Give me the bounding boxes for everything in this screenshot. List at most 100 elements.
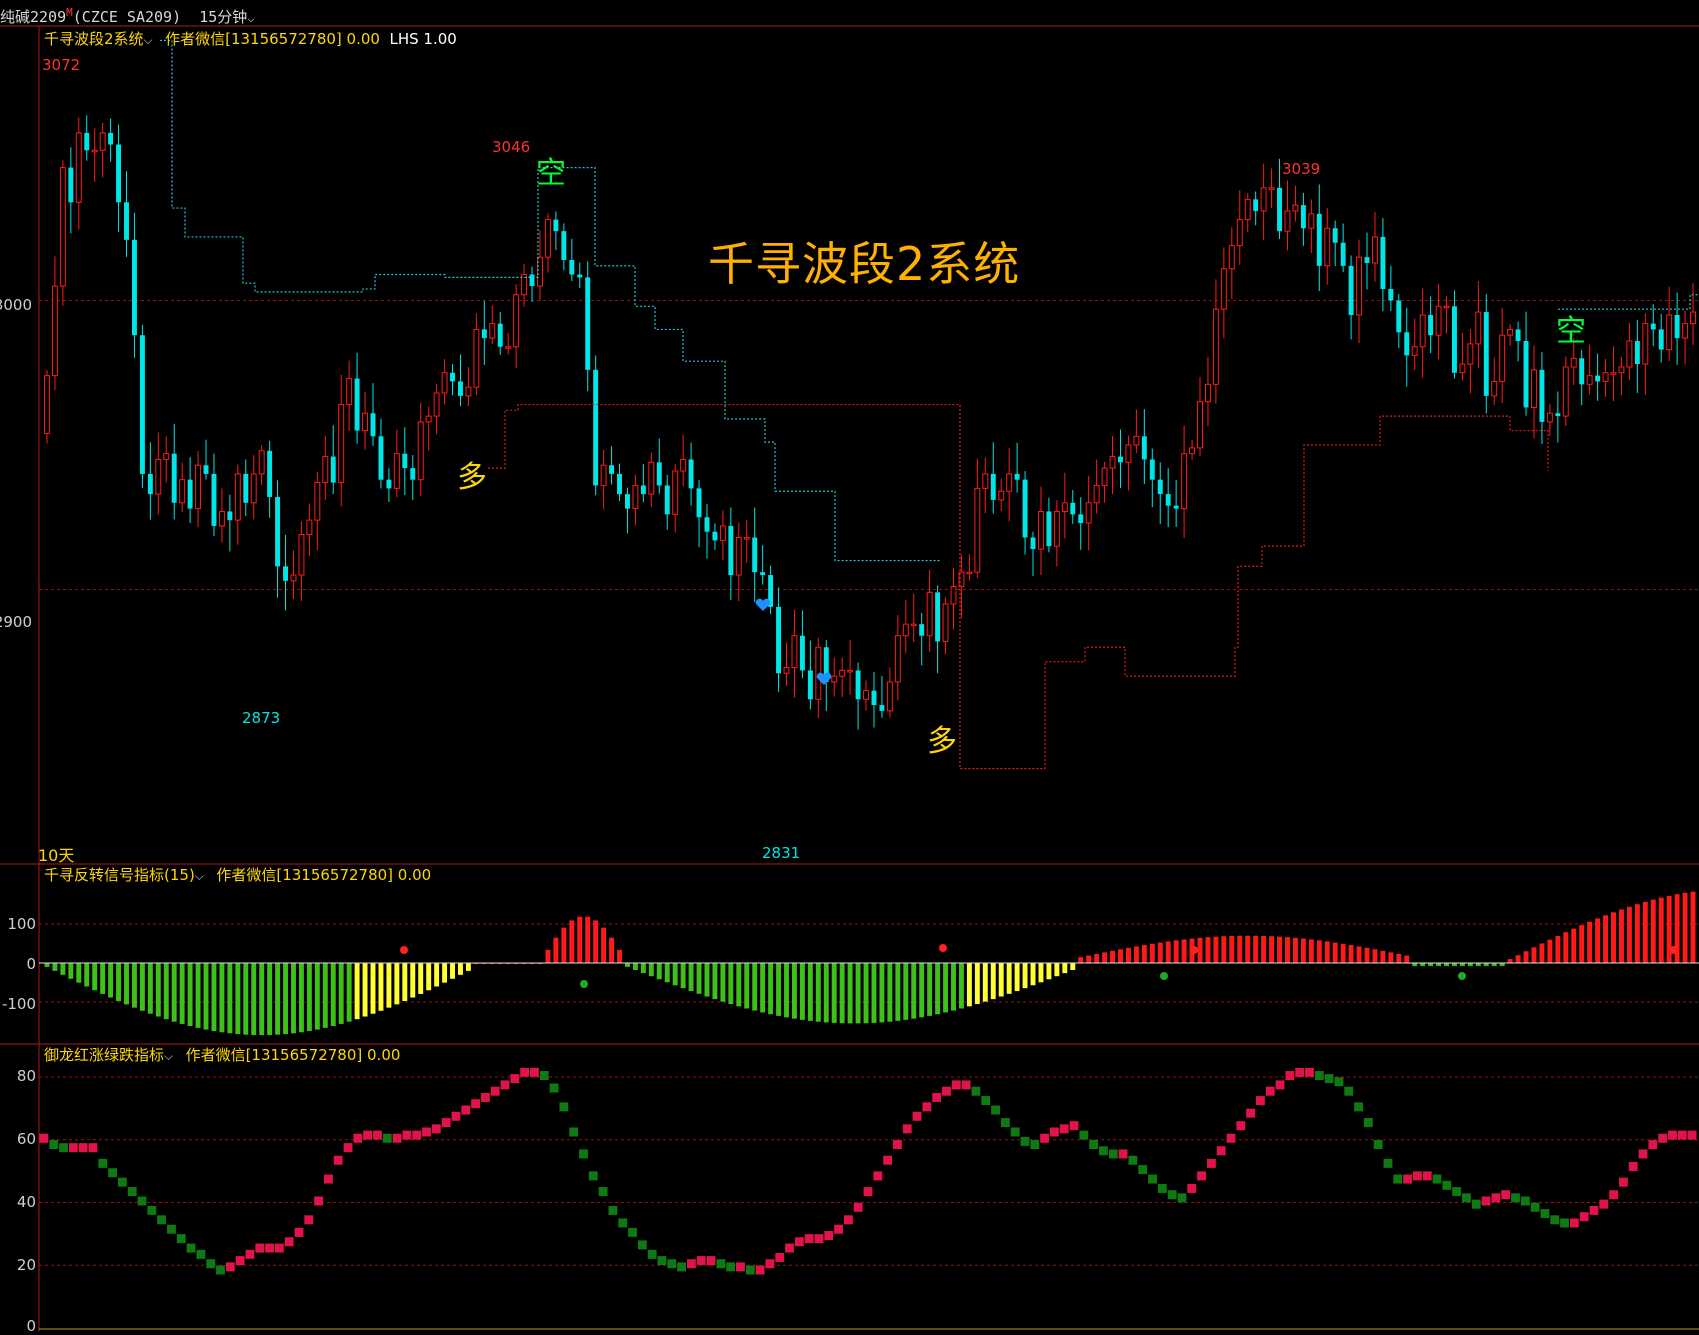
candle-body [203, 465, 209, 474]
chevron-down-icon[interactable]: ⌵ [195, 867, 207, 885]
candle-body [1419, 314, 1426, 348]
candle-body [68, 167, 74, 203]
main-indicator-header[interactable]: 千寻波段2系统⌵ 作者微信[13156572780] 0.00 LHS 1.00 [44, 30, 457, 49]
trend-block [1030, 1140, 1040, 1150]
candle-body [283, 566, 288, 581]
trend-block [1452, 1187, 1462, 1197]
signal-dot [939, 944, 947, 952]
reversal-bar [895, 963, 901, 1021]
trend-block [981, 1096, 991, 1106]
reversal-indicator-header[interactable]: 千寻反转信号指标(15)⌵ 作者微信[13156572780] 0.00 [44, 866, 431, 885]
candle-body [458, 381, 463, 396]
chart-canvas[interactable] [0, 0, 1699, 1331]
candle-body [147, 473, 153, 495]
reversal-bar [1197, 937, 1203, 963]
candle-body [505, 346, 512, 349]
reversal-bar [1149, 943, 1155, 963]
reversal-bar [1539, 943, 1545, 963]
trend-block [1059, 1124, 1069, 1134]
reversal-bar [1173, 940, 1179, 963]
trend-block [304, 1215, 314, 1225]
trend-block [39, 1133, 49, 1143]
trend-block [314, 1196, 324, 1206]
trend-block [1305, 1067, 1314, 1077]
reversal-bar [195, 963, 201, 1028]
trend-block [1167, 1190, 1177, 1200]
reversal-bar [1555, 935, 1561, 963]
candle-body [950, 586, 957, 605]
chevron-down-icon[interactable]: ⌵ [164, 1047, 176, 1065]
chevron-down-icon[interactable]: ⌵ [247, 9, 259, 27]
reversal-bar [450, 963, 455, 979]
reversal-bar [958, 963, 964, 1009]
candle-body [879, 705, 885, 711]
candle-body [234, 473, 241, 521]
reversal-indicator-author: 作者微信[13156572780] 0.00 [216, 866, 432, 884]
symbol-code: (CZCE SA209) [72, 8, 182, 26]
chevron-down-icon[interactable]: ⌵ [144, 31, 156, 49]
candle-body [1523, 340, 1529, 408]
candle-body [1101, 467, 1108, 486]
period-selector[interactable]: 15分钟 [199, 8, 247, 26]
reversal-bar [1038, 963, 1044, 983]
candle-body [656, 462, 662, 486]
candle-body [1284, 210, 1291, 232]
trend-block [1118, 1149, 1128, 1159]
reversal-bar [291, 963, 296, 1034]
reversal-bar [179, 963, 185, 1024]
candle-body [243, 473, 249, 503]
symbol-header[interactable]: 纯碱2209M(CZCE SA209) 15分钟⌵ [0, 4, 259, 27]
reversal-bar [1253, 935, 1259, 963]
candle-body [330, 456, 336, 483]
trend-block [343, 1143, 353, 1153]
trend-indicator-name[interactable]: 御龙红涨绿跌指标 [44, 1046, 164, 1064]
trend-block [559, 1102, 569, 1112]
main-indicator-author: 作者微信[13156572780] 0.00 [165, 30, 380, 48]
candle-body [1674, 314, 1680, 339]
reversal-bar [625, 963, 630, 967]
candle-body [1118, 456, 1123, 463]
reversal-bar [346, 963, 352, 1022]
reversal-bar [640, 963, 646, 974]
trend-block [1256, 1096, 1265, 1106]
candle-body [441, 372, 448, 394]
trend-block [1403, 1174, 1413, 1184]
reversal-bar [124, 963, 129, 1005]
candle-body [1141, 436, 1147, 460]
reversal-bar [235, 963, 241, 1035]
signal-dot [1160, 972, 1168, 980]
signal-dot [580, 980, 588, 988]
candle-body [791, 635, 798, 669]
candle-body [425, 415, 432, 423]
trend-block [1000, 1118, 1010, 1128]
reversal-bar [919, 963, 925, 1018]
trend-block [618, 1218, 628, 1228]
reversal-bar [1356, 946, 1362, 963]
reversal-bar [784, 963, 789, 1018]
reversal-indicator-name[interactable]: 千寻反转信号指标(15) [44, 866, 195, 884]
reversal-bar [1642, 901, 1648, 963]
candle-body [1435, 305, 1442, 336]
trend-indicator-header[interactable]: 御龙红涨绿跌指标⌵ 作者微信[13156572780] 0.00 [44, 1046, 400, 1065]
long-stop-line [488, 403, 1549, 770]
reversal-bar [1547, 939, 1553, 963]
y-tick-label: 100 [7, 915, 36, 933]
reversal-bar [855, 963, 861, 1024]
candle-body [886, 681, 893, 712]
reversal-bar [131, 963, 137, 1008]
trend-block [1216, 1146, 1226, 1156]
short-signal-label: 空 [536, 156, 566, 191]
candle-body [1228, 245, 1235, 270]
candle-body [386, 479, 392, 489]
reversal-bar [1626, 906, 1632, 963]
trend-block [108, 1168, 117, 1178]
trend-block [186, 1243, 196, 1253]
trend-block [853, 1202, 863, 1212]
reversal-bar [927, 963, 933, 1016]
candle-body [942, 603, 949, 642]
reversal-bar [1380, 950, 1386, 963]
reversal-bar [418, 963, 424, 994]
trend-block [647, 1249, 657, 1259]
trend-block [1638, 1149, 1648, 1159]
main-indicator-name[interactable]: 千寻波段2系统 [44, 30, 144, 48]
